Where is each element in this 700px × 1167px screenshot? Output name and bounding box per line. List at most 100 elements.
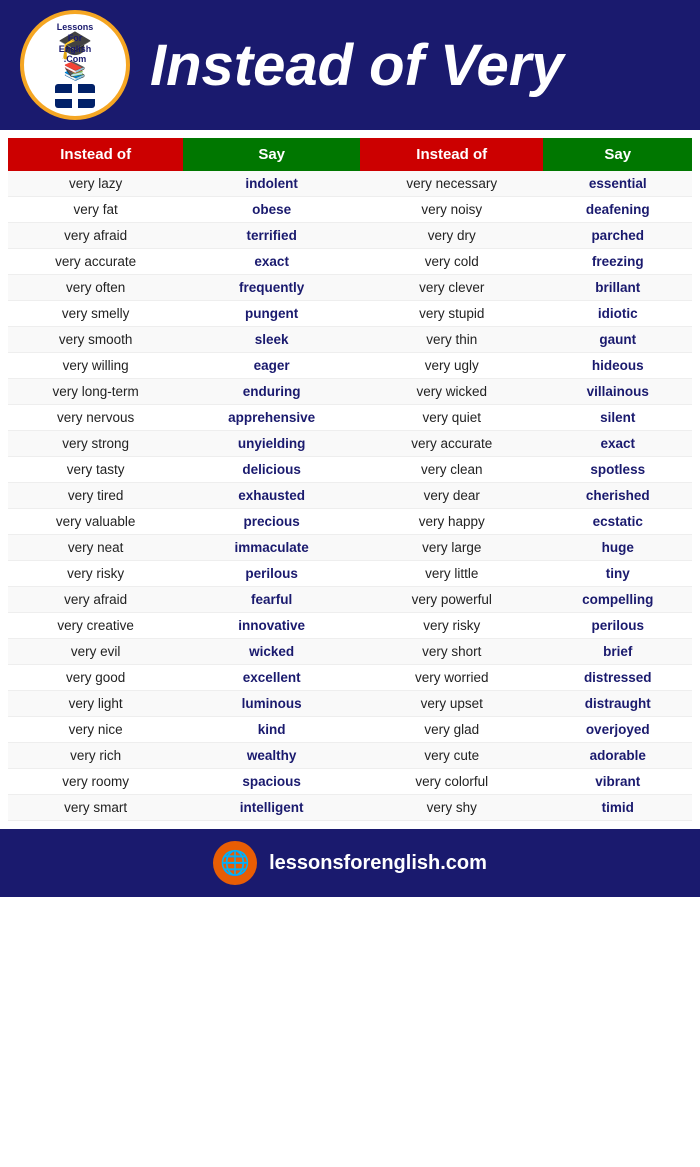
cell-10-0: very strong [8,431,183,457]
logo-text: LessonsForEnglish.Com [57,22,94,65]
table-container: Instead of Say Instead of Say very lazyi… [0,130,700,821]
cell-13-3: ecstatic [543,509,692,535]
table-row: very richwealthyvery cuteadorable [8,743,692,769]
cell-8-1: enduring [183,379,360,405]
cell-7-2: very ugly [360,353,543,379]
cell-20-3: distraught [543,691,692,717]
cell-23-0: very roomy [8,769,183,795]
cell-16-0: very afraid [8,587,183,613]
table-row: very tiredexhaustedvery dearcherished [8,483,692,509]
table-row: very evilwickedvery shortbrief [8,639,692,665]
table-header-row: Instead of Say Instead of Say [8,138,692,171]
table-row: very smoothsleekvery thingaunt [8,327,692,353]
cell-2-1: terrified [183,223,360,249]
cell-12-3: cherished [543,483,692,509]
cell-16-3: compelling [543,587,692,613]
cell-21-3: overjoyed [543,717,692,743]
col1-header: Instead of [8,138,183,171]
header: LessonsForEnglish.Com 🎓 📚 Instead of Ver… [0,0,700,130]
cell-14-1: immaculate [183,535,360,561]
cell-5-0: very smelly [8,301,183,327]
cell-20-1: luminous [183,691,360,717]
cell-7-0: very willing [8,353,183,379]
cell-17-3: perilous [543,613,692,639]
cell-11-3: spotless [543,457,692,483]
table-row: very tastydeliciousvery cleanspotless [8,457,692,483]
cell-1-1: obese [183,197,360,223]
table-row: very roomyspaciousvery colorfulvibrant [8,769,692,795]
table-row: very creativeinnovativevery riskyperilou… [8,613,692,639]
cell-17-2: very risky [360,613,543,639]
col4-header: Say [543,138,692,171]
globe-icon: 🌐 [213,841,257,885]
cell-19-0: very good [8,665,183,691]
uk-flag-icon [55,84,95,108]
footer-website: lessonsforenglish.com [269,852,487,875]
table-row: very nicekindvery gladoverjoyed [8,717,692,743]
col2-header: Say [183,138,360,171]
cell-24-3: timid [543,795,692,821]
cell-13-0: very valuable [8,509,183,535]
vocabulary-table: Instead of Say Instead of Say very lazyi… [8,138,692,821]
cell-0-1: indolent [183,171,360,197]
cell-24-1: intelligent [183,795,360,821]
cell-17-0: very creative [8,613,183,639]
footer: 🌐 lessonsforenglish.com [0,829,700,897]
cell-9-1: apprehensive [183,405,360,431]
cell-13-1: precious [183,509,360,535]
table-row: very long-termenduringvery wickedvillain… [8,379,692,405]
cell-11-1: delicious [183,457,360,483]
table-row: very accurateexactvery coldfreezing [8,249,692,275]
table-row: very lightluminousvery upsetdistraught [8,691,692,717]
cell-22-0: very rich [8,743,183,769]
cell-15-1: perilous [183,561,360,587]
cell-24-2: very shy [360,795,543,821]
table-row: very neatimmaculatevery largehuge [8,535,692,561]
table-row: very strongunyieldingvery accurateexact [8,431,692,457]
table-row: very valuablepreciousvery happyecstatic [8,509,692,535]
table-row: very willingeagervery uglyhideous [8,353,692,379]
cell-6-1: sleek [183,327,360,353]
cell-22-1: wealthy [183,743,360,769]
cell-11-0: very tasty [8,457,183,483]
table-row: very afraidterrifiedvery dryparched [8,223,692,249]
cell-12-0: very tired [8,483,183,509]
cell-0-2: very necessary [360,171,543,197]
cell-3-3: freezing [543,249,692,275]
cell-5-2: very stupid [360,301,543,327]
cell-14-0: very neat [8,535,183,561]
cell-8-0: very long-term [8,379,183,405]
page-title: Instead of Very [150,32,564,99]
cell-24-0: very smart [8,795,183,821]
cell-11-2: very clean [360,457,543,483]
cell-19-3: distressed [543,665,692,691]
cell-16-1: fearful [183,587,360,613]
table-row: very smartintelligentvery shytimid [8,795,692,821]
cell-12-1: exhausted [183,483,360,509]
cell-18-2: very short [360,639,543,665]
cell-6-3: gaunt [543,327,692,353]
cell-21-2: very glad [360,717,543,743]
cell-19-2: very worried [360,665,543,691]
cell-21-1: kind [183,717,360,743]
cell-12-2: very dear [360,483,543,509]
table-row: very lazyindolentvery necessaryessential [8,171,692,197]
cell-15-3: tiny [543,561,692,587]
table-row: very goodexcellentvery worrieddistressed [8,665,692,691]
cell-5-1: pungent [183,301,360,327]
cell-22-3: adorable [543,743,692,769]
cell-20-2: very upset [360,691,543,717]
cell-17-1: innovative [183,613,360,639]
cell-14-3: huge [543,535,692,561]
cell-3-1: exact [183,249,360,275]
cell-4-0: very often [8,275,183,301]
cell-15-2: very little [360,561,543,587]
cell-6-0: very smooth [8,327,183,353]
cell-3-2: very cold [360,249,543,275]
cell-0-0: very lazy [8,171,183,197]
cell-9-2: very quiet [360,405,543,431]
table-row: very fatobesevery noisydeafening [8,197,692,223]
cell-4-1: frequently [183,275,360,301]
cell-20-0: very light [8,691,183,717]
cell-4-3: brillant [543,275,692,301]
